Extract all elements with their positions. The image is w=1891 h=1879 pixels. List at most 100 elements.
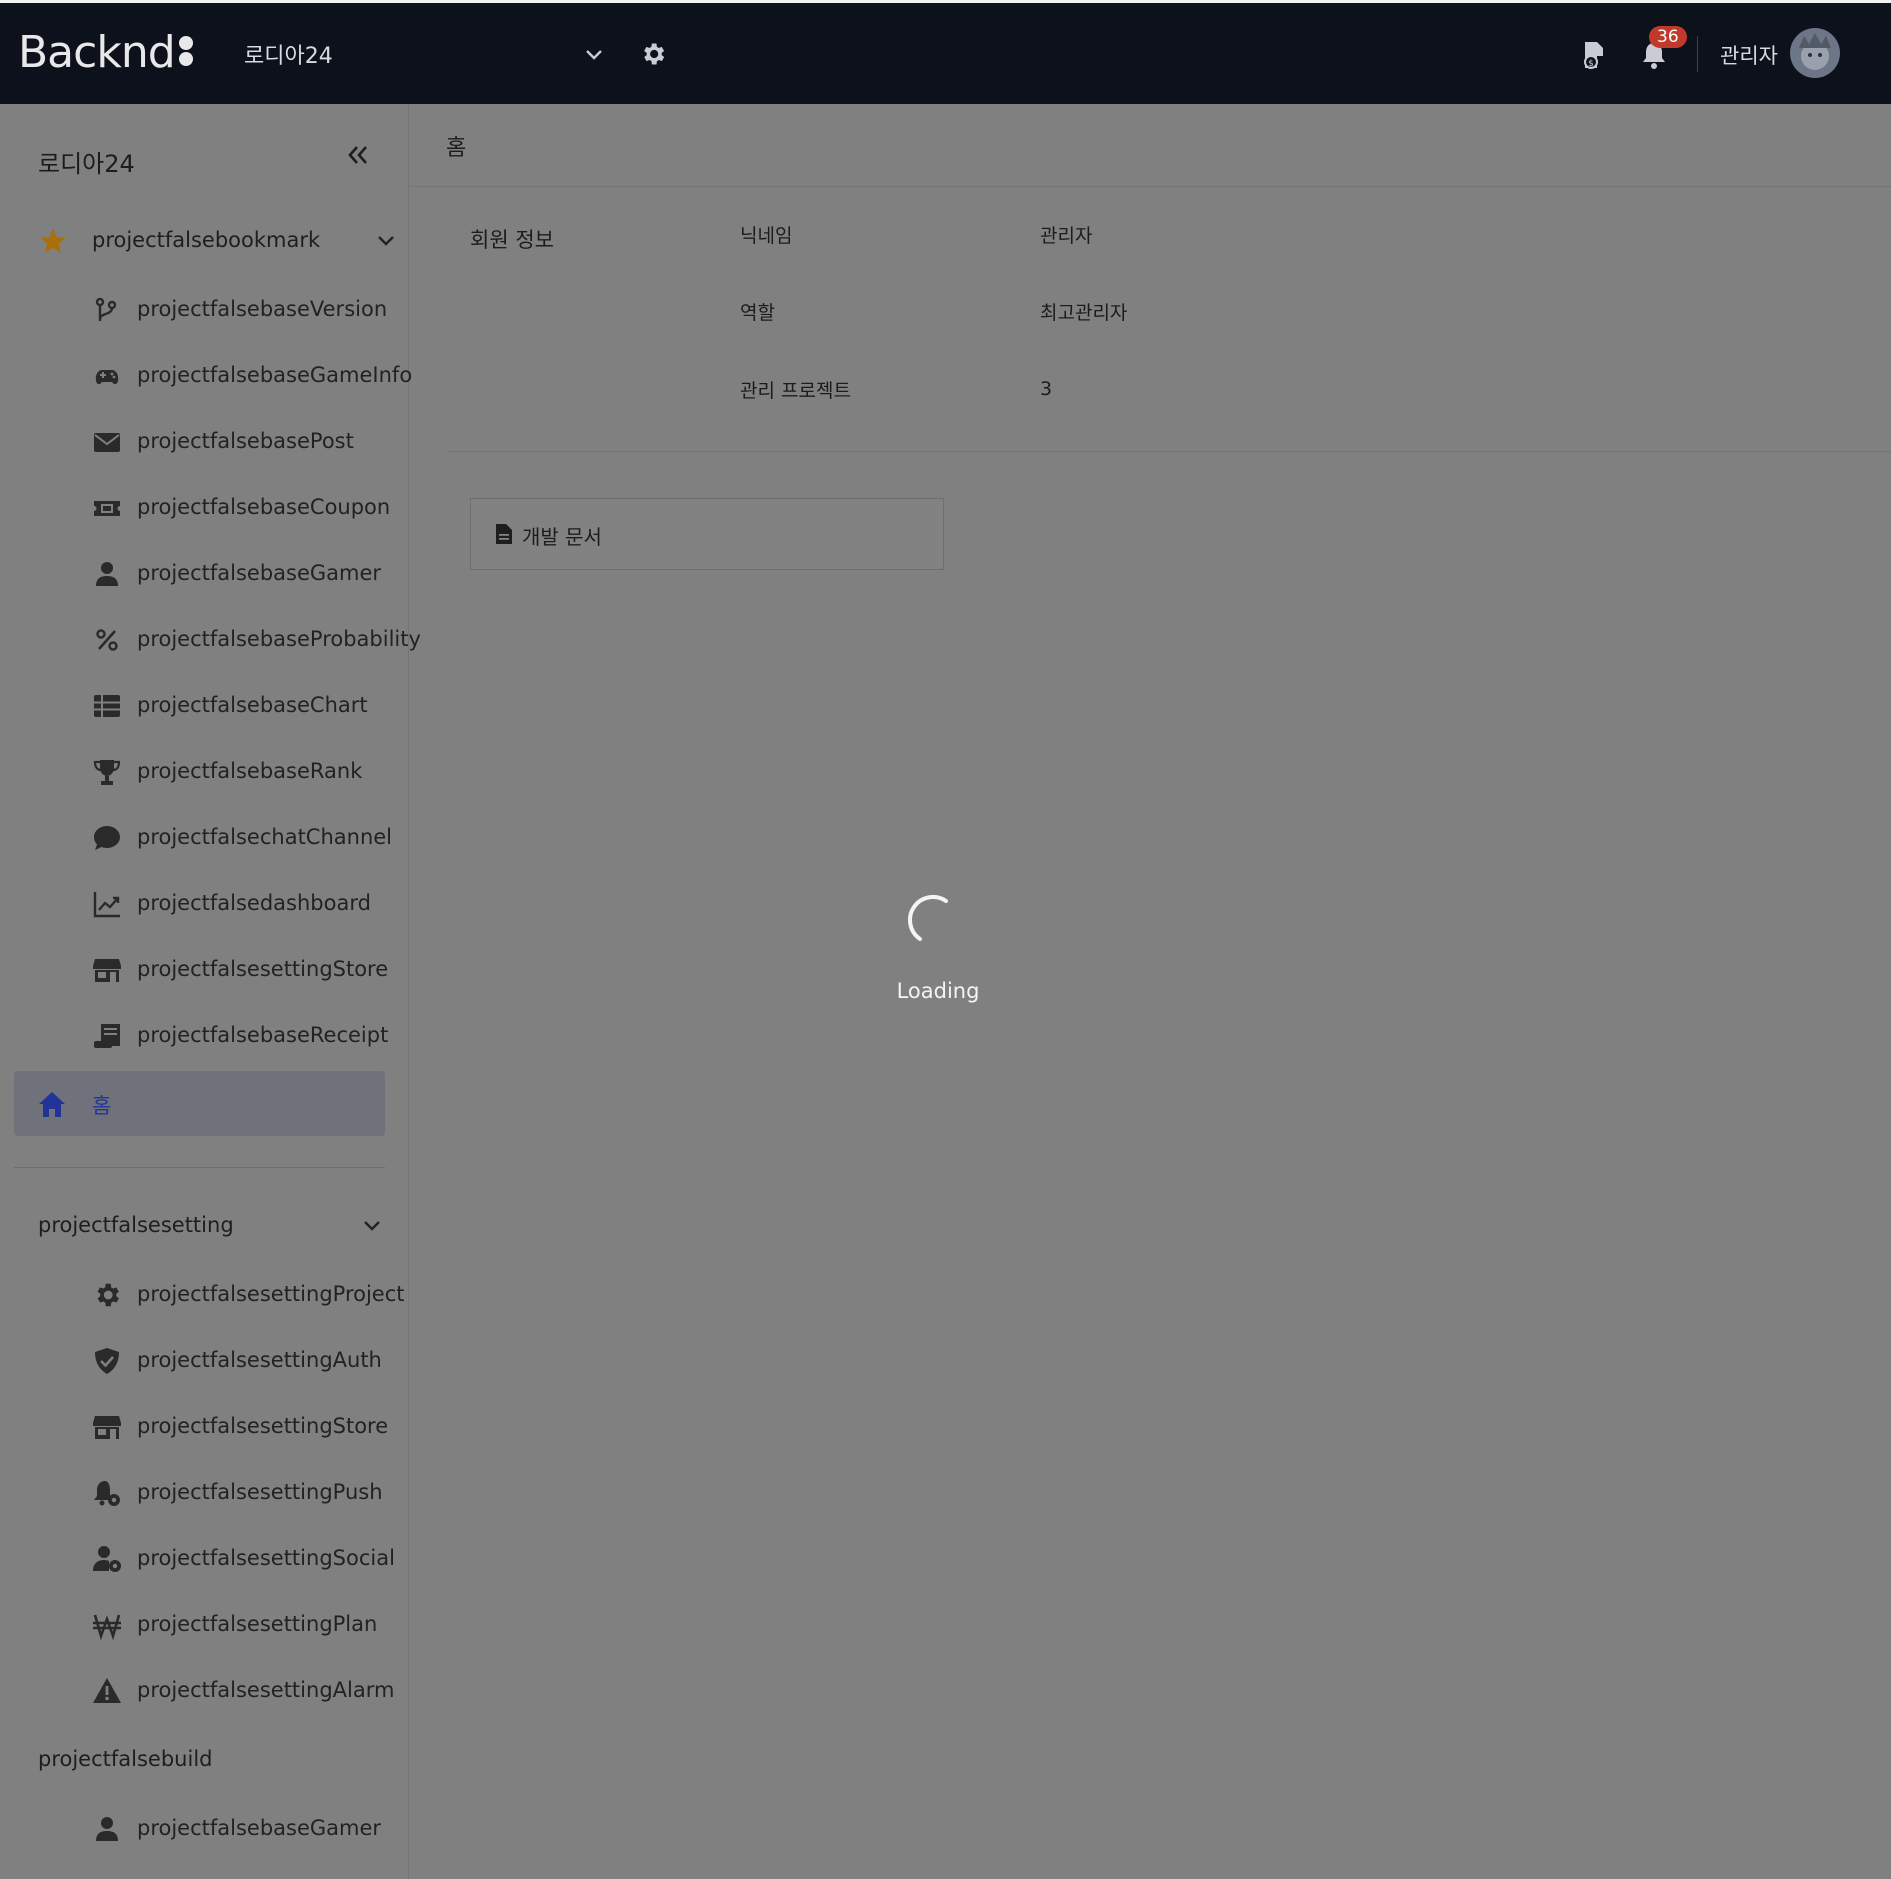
won-icon — [93, 1614, 121, 1640]
percent-icon — [96, 629, 118, 651]
project-selector-value: 로디아24 — [244, 44, 333, 69]
sidebar-item-label: projectfalsebaseReceipt — [137, 1023, 389, 1047]
chat-bubble-icon — [94, 826, 120, 850]
sidebar-item-chart[interactable]: projectfalsebaseChart — [92, 685, 402, 725]
group-build-label[interactable]: projectfalsebuild — [38, 1747, 212, 1771]
star-icon — [40, 228, 66, 253]
group-setting-label[interactable]: projectfalsesetting — [38, 1213, 234, 1237]
avatar-image — [1799, 33, 1831, 70]
warning-icon — [93, 1678, 121, 1703]
divider — [14, 1167, 385, 1168]
sidebar-item-label: projectfalsesettingStore — [137, 957, 389, 981]
ticket-icon — [94, 501, 120, 516]
sidebar-item-chat-channel[interactable]: projectfalsechatChannel — [92, 817, 402, 857]
branch-icon — [95, 297, 117, 321]
sidebar-item-label: projectfalsechatChannel — [137, 825, 393, 849]
sidebar-item-label: projectfalsesettingStore — [137, 1414, 389, 1438]
sidebar-item-version[interactable]: projectfalsebaseVersion — [92, 289, 402, 329]
nickname-value: 관리자 — [1040, 225, 1093, 247]
collapse-sidebar-icon[interactable] — [345, 142, 371, 168]
window-edge — [0, 0, 1891, 3]
sidebar-item-label: projectfalsebaseRank — [137, 759, 363, 783]
gear-icon[interactable] — [639, 40, 667, 68]
managed-projects-key: 관리 프로젝트 — [740, 380, 851, 402]
user-icon — [96, 562, 118, 586]
sidebar-item-setting-alarm[interactable]: projectfalsesettingAlarm — [92, 1670, 402, 1710]
sidebar-item-build-gamer[interactable]: projectfalsebaseGamer — [92, 1808, 402, 1848]
sidebar-item-label: projectfalsesettingAlarm — [137, 1678, 395, 1702]
page-header: 홈 — [410, 104, 1891, 187]
store-icon — [93, 959, 121, 982]
sidebar-item-setting-push[interactable]: projectfalsesettingPush — [92, 1472, 402, 1512]
sidebar-item-label: projectfalsebasePost — [137, 429, 354, 453]
sidebar-item-coupon[interactable]: projectfalsebaseCoupon — [92, 487, 402, 527]
sidebar-item-probability[interactable]: projectfalsebaseProbability — [92, 619, 421, 659]
role-key: 역할 — [740, 302, 775, 324]
chevron-down-icon[interactable] — [362, 1215, 382, 1235]
user-name[interactable]: 관리자 — [1720, 40, 1778, 70]
sidebar-item-label: projectfalsebaseProbability — [137, 627, 421, 651]
avatar[interactable] — [1790, 28, 1840, 78]
sidebar-item-label: projectfalsebaseGameInfo — [137, 363, 413, 387]
sidebar-item-setting-auth[interactable]: projectfalsesettingAuth — [92, 1340, 402, 1380]
sidebar-item-dashboard[interactable]: projectfalsedashboard — [92, 883, 402, 923]
sidebar-item-label: projectfalsedashboard — [137, 891, 371, 915]
svg-text:$: $ — [1588, 59, 1594, 69]
sidebar-item-rank[interactable]: projectfalsebaseRank — [92, 751, 402, 791]
store-icon — [93, 1416, 121, 1439]
sidebar-item-label: projectfalsebaseGamer — [137, 1816, 382, 1840]
home-icon — [39, 1092, 65, 1117]
sidebar-item-home[interactable]: 홈 — [14, 1071, 385, 1136]
divider — [1697, 36, 1698, 72]
gear-icon — [97, 1283, 119, 1307]
sidebar-item-label: projectfalsesettingProject — [137, 1282, 405, 1306]
member-info-label: 회원 정보 — [470, 228, 554, 252]
dev-docs-button[interactable]: 개발 문서 — [470, 498, 944, 570]
sidebar-item-setting-plan[interactable]: projectfalsesettingPlan — [92, 1604, 402, 1644]
sidebar-item-label: projectfalsesettingSocial — [137, 1546, 395, 1570]
line-chart-icon — [93, 892, 120, 918]
loading-text: Loading — [896, 979, 980, 1003]
gamepad-icon — [95, 370, 119, 385]
role-value: 최고관리자 — [1040, 302, 1128, 324]
sidebar-item-setting-store[interactable]: projectfalsesettingStore — [92, 1406, 402, 1446]
sidebar-item-receipt[interactable]: projectfalsebaseReceipt — [92, 1015, 402, 1055]
sidebar-item-setting-project[interactable]: projectfalsesettingProject — [92, 1274, 405, 1314]
user-icon — [96, 1817, 118, 1841]
chevron-down-icon[interactable] — [376, 230, 396, 250]
document-coin-icon[interactable]: $ — [1581, 40, 1607, 70]
sidebar-title: 로디아24 — [38, 150, 135, 178]
trophy-icon — [93, 760, 121, 785]
chevron-down-icon — [586, 50, 602, 60]
top-bar: Backnd 로디아24 $ 36 관리자 — [0, 0, 1891, 104]
table-list-icon — [94, 695, 120, 717]
page-title: 홈 — [446, 136, 467, 161]
divider — [449, 451, 1891, 452]
loading-spinner-icon — [907, 895, 948, 941]
sidebar-item-setting-store[interactable]: projectfalsesettingStore — [92, 949, 402, 989]
sidebar-item-label: projectfalsebaseChart — [137, 693, 368, 717]
sidebar-item-post[interactable]: projectfalsebasePost — [92, 421, 402, 461]
bell-gear-icon — [94, 1481, 120, 1506]
logo-text: Backnd — [18, 27, 176, 78]
sidebar-item-label: projectfalsebaseVersion — [137, 297, 388, 321]
nickname-key: 닉네임 — [740, 225, 793, 247]
receipt-icon — [94, 1024, 120, 1048]
sidebar-item-label: projectfalsesettingAuth — [137, 1348, 382, 1372]
logo[interactable]: Backnd — [18, 30, 195, 76]
sidebar-item-label: 홈 — [92, 1094, 112, 1118]
envelope-icon — [94, 433, 120, 452]
logo-mark — [177, 30, 195, 70]
dev-docs-label: 개발 문서 — [522, 525, 602, 549]
sidebar-item-label: projectfalsesettingPush — [137, 1480, 383, 1504]
group-bookmark-label[interactable]: projectfalsebookmark — [92, 228, 320, 252]
sidebar-item-label: projectfalsesettingPlan — [137, 1612, 378, 1636]
user-gear-icon — [93, 1546, 121, 1572]
sidebar-item-gameinfo[interactable]: projectfalsebaseGameInfo — [92, 355, 412, 395]
sidebar-item-gamer[interactable]: projectfalsebaseGamer — [92, 553, 402, 593]
shield-check-icon — [95, 1348, 119, 1374]
project-selector[interactable]: 로디아24 — [244, 38, 604, 70]
notification-badge: 36 — [1649, 26, 1687, 48]
sidebar-item-setting-social[interactable]: projectfalsesettingSocial — [92, 1538, 402, 1578]
managed-projects-value: 3 — [1040, 378, 1053, 400]
